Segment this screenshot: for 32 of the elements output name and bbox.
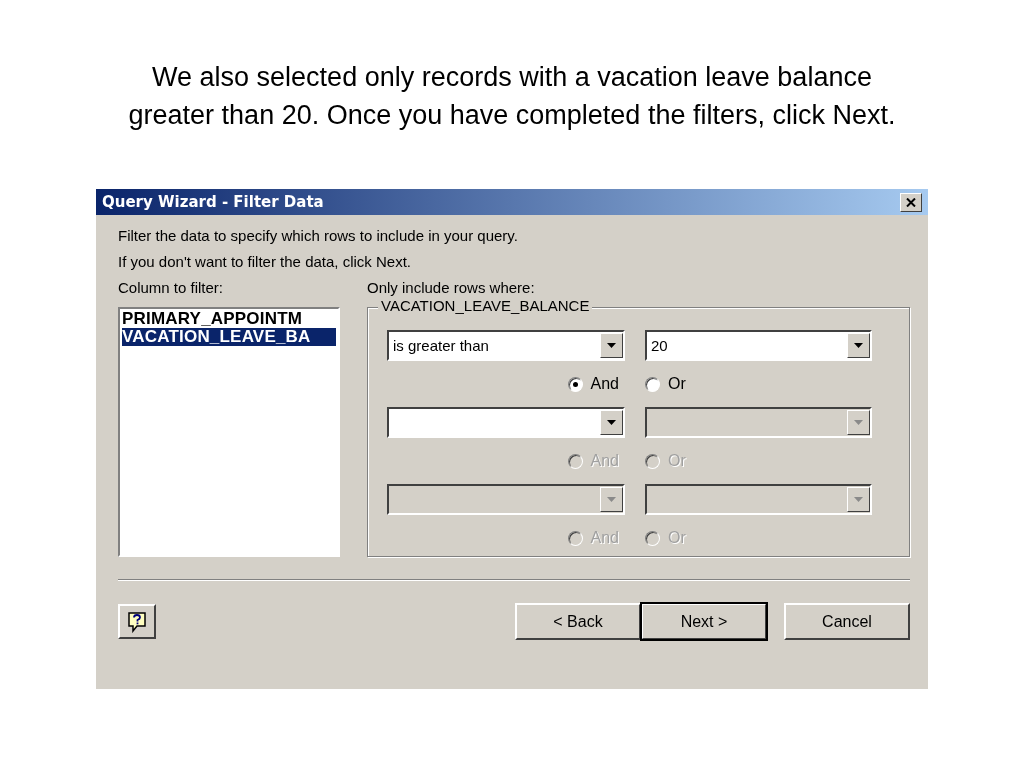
help-button[interactable] [118,604,156,639]
dropdown-button[interactable] [847,333,870,358]
dialog-button[interactable]: Next > [641,603,767,640]
dropdown-field[interactable] [387,407,625,438]
caption-line: greater than 20. Once you have completed the filters, click Next. [128,99,896,132]
caret-icon [854,343,863,348]
column-list-item[interactable]: VACATION_LEAVE_BA [122,328,336,346]
dialog-button[interactable]: Cancel [784,603,910,640]
criteria-label: Only include rows where: [367,278,536,298]
caret-icon [854,497,863,502]
radio-button[interactable] [567,376,583,392]
dropdown-field[interactable]: 20 [645,330,872,361]
caret-icon [607,497,616,502]
help-icon [127,610,147,633]
dropdown-field[interactable]: is greater than [387,330,625,361]
column-list[interactable]: PRIMARY_APPOINTM VACATION_LEAVE_BA [118,307,340,557]
dropdown-button[interactable] [600,333,623,358]
window-title: Query Wizard - Filter Data [102,193,324,211]
caption-line: We also selected only records with a vacation leave balance [151,61,873,94]
caret-icon [607,343,616,348]
caret-icon [607,420,616,425]
radio-label: And [590,375,619,393]
close-icon [906,197,916,207]
column-list-item[interactable]: PRIMARY_APPOINTM [122,310,336,328]
dialog-button[interactable]: < Back [515,603,641,640]
close-button[interactable] [900,192,922,212]
column-label: Column to filter: [118,278,225,298]
instruction-text: If you don't want to filter the data, click Next. [118,252,412,272]
dropdown-button[interactable] [600,410,623,435]
radio-label: Or [668,375,686,393]
caret-icon [854,420,863,425]
instruction-text: Filter the data to specify which rows to include in your query. [118,226,519,246]
